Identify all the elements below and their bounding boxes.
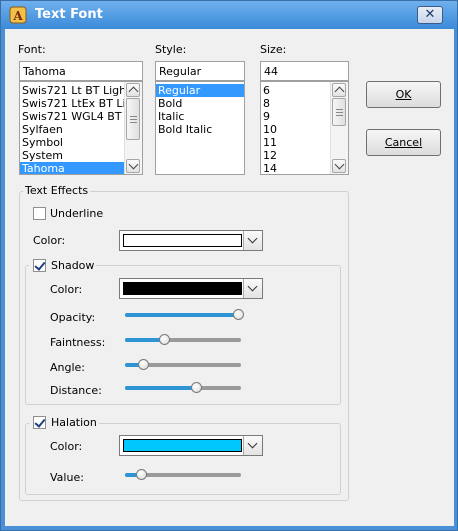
scroll-thumb[interactable] (332, 98, 346, 126)
font-list-item[interactable]: Tahoma (20, 162, 125, 174)
chevron-down-icon[interactable] (243, 231, 262, 250)
opacity-label: Opacity: (50, 311, 96, 324)
scroll-up-icon[interactable] (332, 83, 346, 97)
size-list[interactable]: 6 8 9 10 11 12 14 (260, 81, 349, 175)
scroll-up-icon[interactable] (126, 83, 140, 97)
size-list-item[interactable]: 10 (261, 123, 331, 136)
text-color-label: Color: (33, 234, 66, 247)
font-list-item[interactable]: Swis721 Lt BT Light (20, 84, 125, 97)
font-list-item[interactable]: Symbol (20, 136, 125, 149)
style-list[interactable]: Regular Bold Italic Bold Italic (155, 81, 245, 175)
size-label: Size: (260, 43, 287, 56)
halation-value-label: Value: (50, 471, 84, 484)
slider-knob[interactable] (233, 309, 244, 320)
underline-checkbox[interactable] (33, 207, 46, 220)
slider-knob[interactable] (138, 359, 149, 370)
halation-color-swatch (123, 439, 242, 452)
checkmark-icon (34, 259, 46, 271)
dialog-body: Font: Tahoma Swis721 Lt BT Light Swis721 … (5, 29, 454, 526)
font-list-item[interactable]: Swis721 LtEx BT Light (20, 97, 125, 110)
font-list-item[interactable]: Swis721 WGL4 BT Roman (20, 110, 125, 123)
text-effects-label: Text Effects (23, 184, 91, 197)
shadow-color-swatch (123, 282, 242, 295)
halation-color-select[interactable] (119, 435, 263, 456)
halation-checkbox[interactable] (33, 416, 46, 429)
font-list-item[interactable]: Sylfaen (20, 123, 125, 136)
cancel-button-label: Cancel (384, 136, 423, 149)
ok-button-label: OK (395, 88, 412, 101)
size-list-item[interactable]: 6 (261, 84, 331, 97)
chevron-down-icon[interactable] (243, 436, 262, 455)
distance-slider[interactable] (125, 382, 241, 394)
style-list-item[interactable]: Italic (156, 110, 244, 123)
shadow-header: Shadow (29, 258, 97, 273)
title-bar[interactable]: A Text Font ✕ (1, 1, 457, 29)
font-list-item[interactable]: System (20, 149, 125, 162)
size-list-item[interactable]: 9 (261, 110, 331, 123)
app-icon: A (9, 6, 27, 24)
scroll-down-icon[interactable] (126, 159, 140, 173)
angle-slider[interactable] (125, 359, 241, 371)
font-label: Font: (18, 43, 46, 56)
cancel-button[interactable]: Cancel (366, 129, 441, 156)
close-button[interactable]: ✕ (417, 6, 443, 24)
slider-fill (125, 338, 161, 342)
slider-knob[interactable] (191, 382, 202, 393)
size-list-item[interactable]: 8 (261, 97, 331, 110)
size-input-value: 44 (264, 65, 278, 78)
slider-knob[interactable] (159, 334, 170, 345)
scroll-down-icon[interactable] (332, 159, 346, 173)
slider-fill (125, 313, 235, 317)
size-list-scrollbar[interactable] (330, 82, 348, 174)
style-input[interactable]: Regular (155, 61, 245, 81)
halation-label: Halation (51, 416, 97, 429)
faintness-slider[interactable] (125, 334, 241, 346)
text-color-select[interactable] (119, 230, 263, 251)
checkmark-icon (34, 416, 46, 428)
halation-header: Halation (29, 415, 99, 430)
slider-fill (125, 386, 193, 390)
window-title: Text Font (35, 7, 103, 22)
size-list-item[interactable]: 14 (261, 162, 331, 174)
svg-text:A: A (12, 9, 23, 23)
dialog-window: A Text Font ✕ Font: Tahoma Swis721 Lt BT… (0, 0, 458, 531)
opacity-slider[interactable] (125, 309, 244, 321)
shadow-checkbox[interactable] (33, 259, 46, 272)
chevron-down-icon[interactable] (243, 279, 262, 298)
font-input[interactable]: Tahoma (19, 61, 143, 81)
scroll-thumb[interactable] (126, 98, 140, 140)
size-list-item[interactable]: 12 (261, 149, 331, 162)
font-list-scrollbar[interactable] (124, 82, 142, 174)
text-color-swatch (123, 234, 242, 247)
distance-label: Distance: (50, 384, 102, 397)
size-list-item[interactable]: 11 (261, 136, 331, 149)
style-label: Style: (155, 43, 187, 56)
shadow-color-select[interactable] (119, 278, 263, 299)
style-list-item[interactable]: Regular (156, 84, 244, 97)
underline-label: Underline (50, 207, 104, 220)
slider-knob[interactable] (136, 469, 147, 480)
size-input[interactable]: 44 (260, 61, 349, 81)
style-input-value: Regular (159, 65, 202, 78)
halation-group (25, 423, 341, 495)
halation-value-slider[interactable] (125, 469, 241, 481)
ok-button[interactable]: OK (366, 81, 441, 108)
angle-label: Angle: (50, 361, 86, 374)
shadow-label: Shadow (51, 259, 95, 272)
style-list-item[interactable]: Bold Italic (156, 123, 244, 136)
style-list-item[interactable]: Bold (156, 97, 244, 110)
font-list[interactable]: Swis721 Lt BT LightSwis721 LtEx BT Light… (19, 81, 143, 175)
faintness-label: Faintness: (50, 336, 106, 349)
shadow-color-label: Color: (50, 283, 83, 296)
font-input-value: Tahoma (23, 65, 66, 78)
halation-color-label: Color: (50, 440, 83, 453)
close-icon: ✕ (424, 7, 436, 22)
